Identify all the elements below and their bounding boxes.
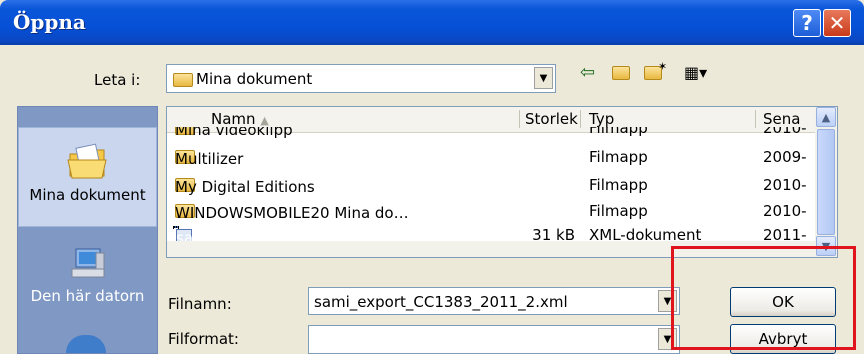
vertical-scrollbar[interactable]: ▲ ▼: [815, 107, 837, 257]
filename-label: Filnamn:: [168, 295, 232, 313]
close-button[interactable]: ✕: [823, 9, 851, 37]
my-computer-icon: [66, 243, 110, 283]
scroll-up-icon[interactable]: ▲: [816, 107, 836, 127]
sort-asc-icon: ▲: [260, 114, 269, 127]
filename-input[interactable]: sami_export_CC1383_2011_2.xml ▼: [308, 287, 680, 315]
list-item[interactable]: My Digital Editions Filmapp 2010-: [171, 174, 811, 196]
list-item[interactable]: WINDOWSMOBILE20 Mina do… Filmapp 2010-: [171, 200, 811, 222]
look-in-combo[interactable]: Mina dokument ▼: [166, 64, 556, 93]
column-header-size[interactable]: Storlek: [525, 110, 578, 128]
chevron-down-icon[interactable]: ▼: [534, 67, 553, 89]
column-header-type[interactable]: Typ: [589, 110, 614, 128]
title-bar: Öppna ? ✕: [0, 0, 864, 45]
column-header-date[interactable]: Sena: [763, 110, 800, 128]
up-folder-icon[interactable]: [612, 62, 630, 84]
my-documents-icon: [66, 142, 110, 182]
place-my-documents[interactable]: Mina dokument: [18, 127, 157, 227]
file-list[interactable]: Namn ▲ Storlek Typ Sena Mina videoklipp …: [166, 106, 838, 258]
place-label: Den här datorn: [30, 287, 145, 305]
filename-value: sami_export_CC1383_2011_2.xml: [314, 293, 568, 311]
fileformat-select[interactable]: ▼: [308, 325, 680, 354]
new-folder-icon[interactable]: ✶: [644, 60, 671, 86]
look-in-label: Leta i:: [94, 71, 141, 89]
close-icon: ✕: [828, 11, 846, 35]
look-in-value: Mina dokument: [196, 70, 313, 88]
list-item[interactable]: Mina videoklipp Filmapp 2010-: [171, 127, 811, 139]
places-bar: Mina dokument Den här datorn: [17, 106, 158, 354]
my-documents-icon: [173, 72, 193, 87]
list-item[interactable]: Multilizer Filmapp 2009-: [171, 146, 811, 168]
place-label: Mina dokument: [29, 186, 146, 204]
scroll-thumb[interactable]: [817, 129, 835, 235]
highlight-box: [671, 246, 856, 350]
column-header-name[interactable]: Namn ▲: [211, 110, 269, 128]
place-my-computer[interactable]: Den här datorn: [18, 239, 157, 335]
view-menu-icon[interactable]: ▦▾: [684, 62, 707, 84]
fileformat-label: Filformat:: [168, 330, 239, 348]
help-icon: ?: [801, 11, 813, 35]
dialog-title: Öppna: [13, 10, 86, 34]
back-arrow-icon[interactable]: ⇦: [580, 62, 595, 84]
help-button[interactable]: ?: [793, 9, 821, 37]
my-network-icon[interactable]: [66, 335, 106, 353]
